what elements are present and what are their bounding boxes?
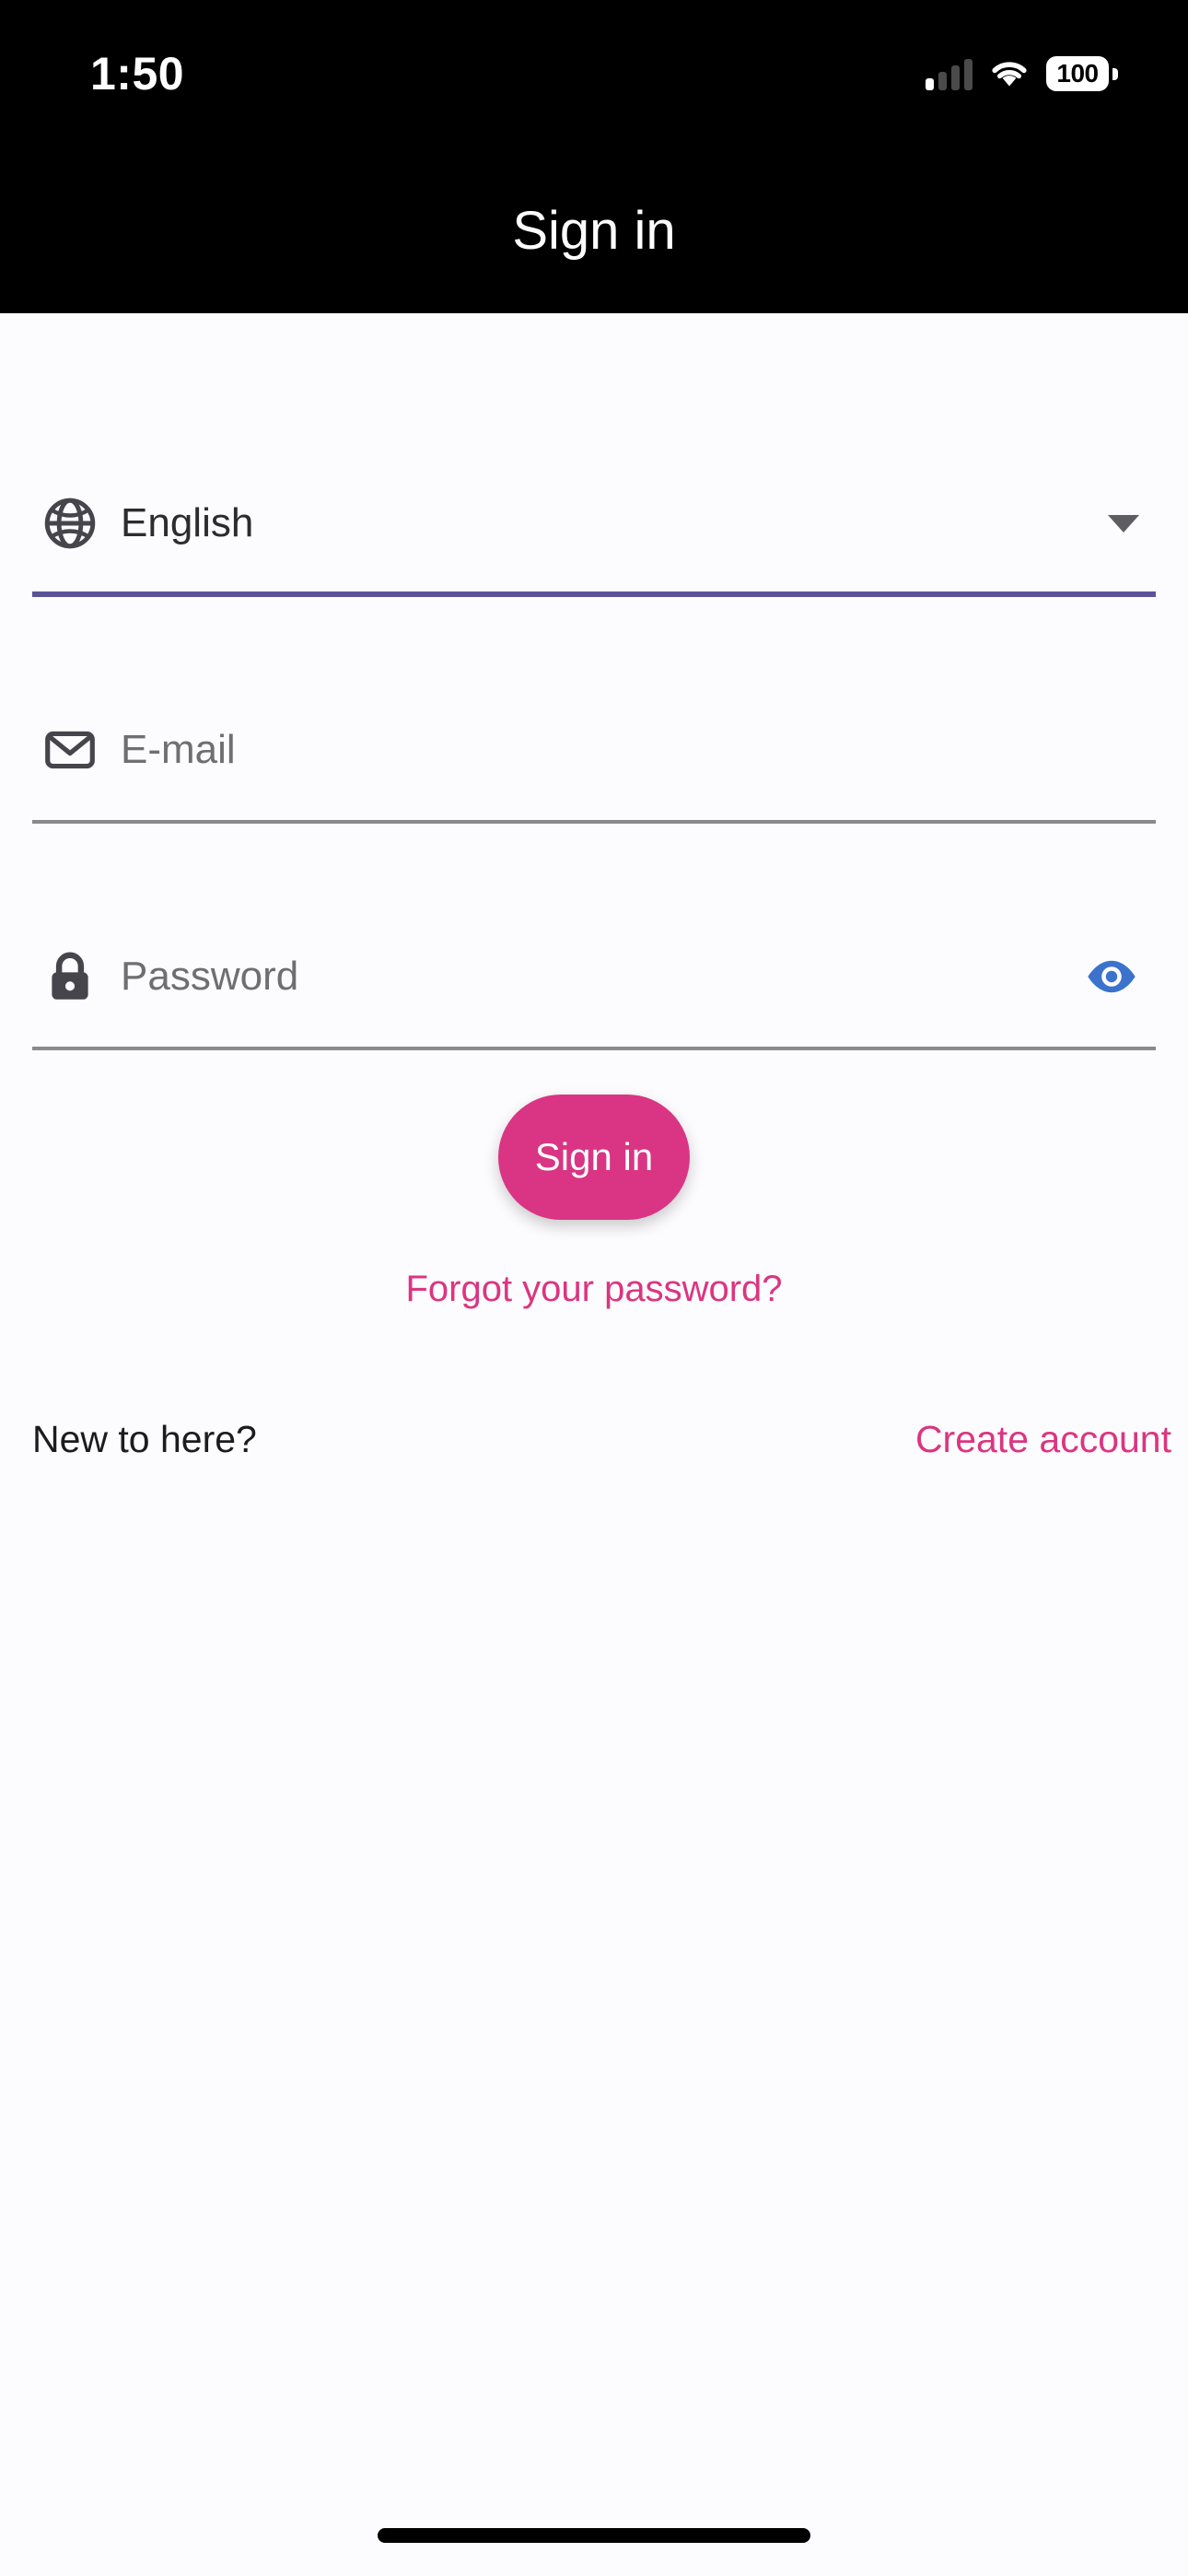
signin-form: English E-mail Password Sign in Forgot y… (0, 313, 1188, 1461)
language-value: English (121, 500, 254, 545)
forgot-password-container: Forgot your password? (0, 1268, 1188, 1310)
battery-icon: 100 (1046, 56, 1118, 91)
language-underline (32, 591, 1156, 597)
page-title: Sign in (512, 201, 676, 261)
wifi-icon (992, 62, 1027, 87)
create-account-link[interactable]: Create account (915, 1417, 1171, 1461)
email-underline (32, 820, 1156, 824)
status-bar: 1:50 100 Sign in (0, 0, 1188, 313)
lock-icon (32, 948, 121, 1005)
email-field[interactable]: E-mail (32, 678, 1156, 824)
status-bar-indicators: 100 (926, 48, 1118, 100)
signup-prompt-label: New to here? (32, 1418, 257, 1460)
battery-level-label: 100 (1056, 59, 1099, 88)
password-field[interactable]: Password (32, 905, 1156, 1050)
cellular-bars-icon (926, 57, 973, 90)
password-underline (32, 1047, 1156, 1050)
password-placeholder: Password (121, 954, 299, 999)
status-bar-time: 1:50 (90, 48, 185, 100)
email-placeholder: E-mail (121, 727, 236, 772)
signup-row: New to here? Create account (0, 1417, 1188, 1461)
phone-screen: 1:50 100 Sign in English E-mail Password… (0, 0, 1188, 2576)
chevron-down-icon[interactable] (1091, 514, 1156, 533)
submit-button-container: Sign in (0, 1095, 1188, 1220)
eye-icon[interactable] (1067, 958, 1156, 995)
envelope-icon (32, 721, 121, 779)
globe-icon (32, 495, 121, 552)
forgot-password-link[interactable]: Forgot your password? (405, 1269, 782, 1309)
home-indicator[interactable] (378, 2528, 810, 2543)
language-select[interactable]: English (32, 451, 1156, 597)
sign-in-button[interactable]: Sign in (498, 1095, 690, 1220)
